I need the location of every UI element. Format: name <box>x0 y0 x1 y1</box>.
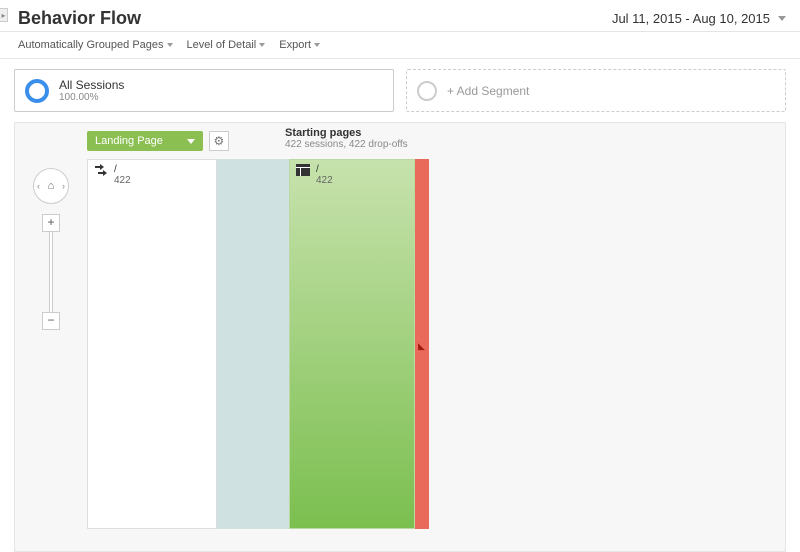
page-title: Behavior Flow <box>18 8 141 29</box>
node-path: / <box>316 164 333 175</box>
level-of-detail-label: Level of Detail <box>187 39 257 51</box>
zoom-controls: ‹ ⌂ › + − <box>33 168 69 330</box>
segment-text: All Sessions 100.00% <box>59 78 124 103</box>
flow-bridge <box>217 159 289 529</box>
node-path: / <box>114 164 131 175</box>
donut-icon <box>25 79 49 103</box>
dimension-label: Landing Page <box>95 135 163 147</box>
entry-icon <box>94 164 108 176</box>
date-range-text: Jul 11, 2015 - Aug 10, 2015 <box>612 11 770 26</box>
segments-row: All Sessions 100.00% + Add Segment <box>0 59 800 122</box>
flow-node-start[interactable]: / 422 <box>289 159 415 529</box>
node-text: / 422 <box>316 164 333 186</box>
chevron-down-icon <box>259 43 265 47</box>
grouping-dropdown[interactable]: Automatically Grouped Pages <box>18 39 173 51</box>
chevron-right-icon: › <box>62 181 65 191</box>
add-segment-button[interactable]: + Add Segment <box>406 69 786 112</box>
chevron-left-icon: ‹ <box>37 181 40 191</box>
node-count: 422 <box>316 175 333 186</box>
settings-button[interactable]: ⚙ <box>209 131 229 151</box>
chevron-down-icon <box>187 139 195 144</box>
level-of-detail-dropdown[interactable]: Level of Detail <box>187 39 266 51</box>
panel-expand-tab[interactable]: ▸ <box>0 8 8 22</box>
chevron-down-icon <box>167 43 173 47</box>
circle-icon <box>417 81 437 101</box>
flow-node-source[interactable]: / 422 <box>87 159 217 529</box>
column-header-start: Starting pages 422 sessions, 422 drop-of… <box>285 127 408 150</box>
page-icon <box>296 164 310 176</box>
home-button[interactable]: ‹ ⌂ › <box>33 168 69 204</box>
node-label: / 422 <box>94 164 131 186</box>
node-text: / 422 <box>114 164 131 186</box>
home-icon: ⌂ <box>48 180 55 192</box>
segment-title: All Sessions <box>59 78 124 92</box>
node-count: 422 <box>114 175 131 186</box>
chevron-down-icon <box>314 43 320 47</box>
date-range-picker[interactable]: Jul 11, 2015 - Aug 10, 2015 <box>612 11 786 26</box>
dropoff-marker-icon: ◣ <box>418 341 425 352</box>
export-label: Export <box>279 39 311 51</box>
dimension-dropdown[interactable]: Landing Page <box>87 131 203 151</box>
node-label: / 422 <box>296 164 333 186</box>
segment-sub: 100.00% <box>59 92 124 103</box>
grouping-label: Automatically Grouped Pages <box>18 39 164 51</box>
column-title: Starting pages <box>285 127 408 139</box>
export-dropdown[interactable]: Export <box>279 39 320 51</box>
zoom-in-button[interactable]: + <box>42 214 60 232</box>
add-segment-label: + Add Segment <box>447 84 529 98</box>
segment-all-sessions[interactable]: All Sessions 100.00% <box>14 69 394 112</box>
chevron-down-icon <box>778 16 786 21</box>
header: Behavior Flow Jul 11, 2015 - Aug 10, 201… <box>0 0 800 32</box>
column-subtitle: 422 sessions, 422 drop-offs <box>285 139 408 150</box>
zoom-slider[interactable] <box>49 232 53 312</box>
flow-canvas[interactable]: Landing Page ⚙ Starting pages 422 sessio… <box>14 122 786 552</box>
dimension-controls: Landing Page ⚙ <box>87 131 229 151</box>
gear-icon: ⚙ <box>214 134 225 148</box>
zoom-out-button[interactable]: − <box>42 312 60 330</box>
toolbar: Automatically Grouped Pages Level of Det… <box>0 32 800 59</box>
